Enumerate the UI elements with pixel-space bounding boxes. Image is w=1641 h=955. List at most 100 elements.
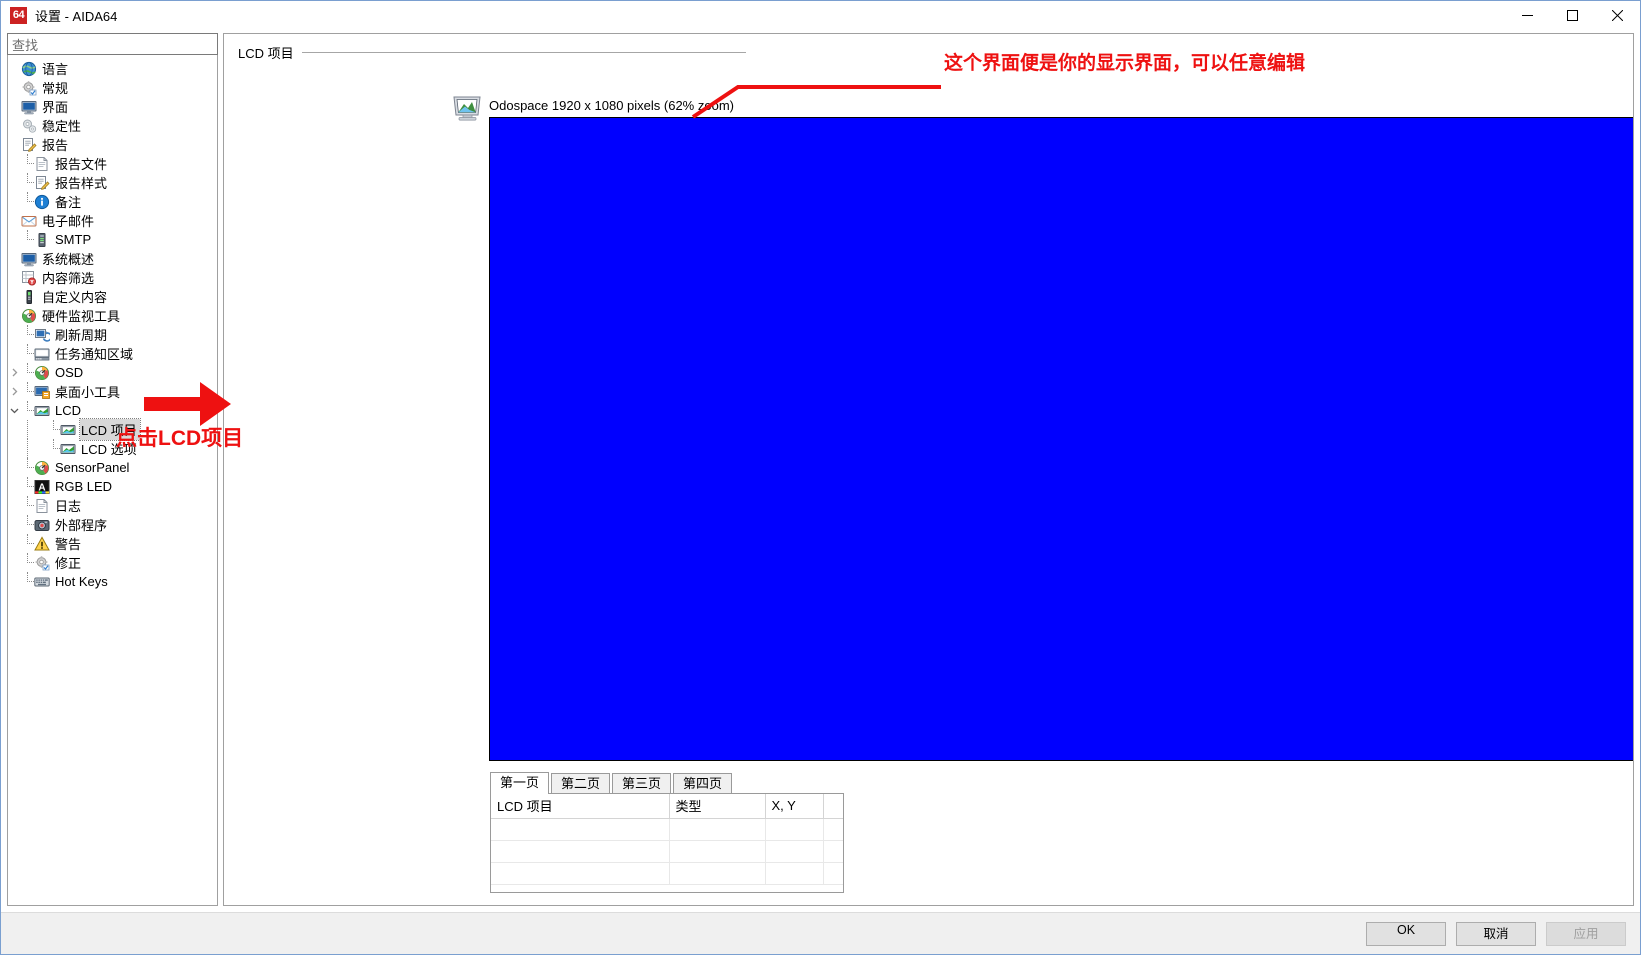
close-icon[interactable] (1595, 1, 1640, 31)
chevron-down-icon[interactable] (8, 401, 21, 420)
tree-guide (21, 382, 34, 401)
chevron-right-icon[interactable] (8, 363, 21, 382)
tab-page-4[interactable]: 第四页 (673, 773, 733, 794)
tree-guide (21, 154, 34, 173)
tree-item-14[interactable]: 刷新周期 (8, 325, 217, 344)
tree-item-13[interactable]: 硬件监视工具 (8, 306, 217, 325)
tree-item-16[interactable]: OSD (8, 363, 217, 382)
tree-item-15[interactable]: 任务通知区域 (8, 344, 217, 363)
tree-guide (21, 325, 34, 344)
tab-page-3[interactable]: 第三页 (612, 773, 672, 794)
document-icon (34, 498, 50, 514)
tree-item-19[interactable]: LCD 项目 (8, 418, 217, 441)
tree-item-4[interactable]: 报告 (8, 135, 217, 154)
table-column-header[interactable]: 类型 (669, 794, 766, 819)
tree-item-10[interactable]: 系统概述 (8, 249, 217, 268)
camera-icon (34, 517, 50, 533)
tree-item-25[interactable]: 警告 (8, 534, 217, 553)
tree-guide (21, 572, 34, 591)
tree-item-26[interactable]: 修正 (8, 553, 217, 572)
tab-page-2[interactable]: 第二页 (551, 773, 611, 794)
report-icon (21, 137, 37, 153)
table-column-header[interactable]: LCD 项目 (491, 794, 670, 819)
refresh-icon (34, 327, 50, 343)
tree-item-label: OSD (55, 365, 84, 380)
tree-item-20[interactable]: LCD 选项 (8, 439, 217, 458)
page-tabs[interactable]: 第一页 第二页 第三页 第四页 (490, 772, 734, 794)
tree-item-22[interactable]: A RGB LED (8, 477, 217, 496)
document-icon (34, 156, 50, 172)
lcd-items-panel: LCD 项目 Odospace 1920 x 1080 pixels (62% … (223, 33, 1634, 906)
tree-item-label: 语言 (42, 62, 69, 77)
gauge-icon (34, 460, 50, 476)
tree-item-23[interactable]: 日志 (8, 496, 217, 515)
table-row[interactable] (491, 862, 843, 885)
tree-item-7[interactable]: 备注 (8, 192, 217, 211)
tree-item-24[interactable]: 外部程序 (8, 515, 217, 534)
table-row[interactable] (491, 840, 843, 863)
table-column-header[interactable] (823, 794, 843, 819)
tree-item-18[interactable]: LCD (8, 401, 217, 420)
tree-item-11[interactable]: 内容筛选 (8, 268, 217, 287)
tree-guide (21, 230, 34, 249)
tree-guide (21, 496, 34, 515)
tree-item-27[interactable]: Hot Keys (8, 572, 217, 591)
tree-guide (21, 192, 34, 211)
tree-item-5[interactable]: 报告文件 (8, 154, 217, 173)
tree-guide (21, 344, 34, 363)
lcd-icon (60, 422, 76, 438)
lcd-icon (34, 403, 50, 419)
table-column-header[interactable]: X, Y (765, 794, 824, 819)
tree-item-3[interactable]: 稳定性 (8, 116, 217, 135)
tree-item-label: 内容筛选 (42, 271, 95, 286)
tree-item-1[interactable]: 常规 (8, 78, 217, 97)
tab-page-1[interactable]: 第一页 (490, 772, 550, 794)
table-header-row: LCD 项目 类型 X, Y (491, 794, 843, 819)
dialog-footer: OK 取消 应用 (1, 912, 1640, 954)
ok-button[interactable]: OK (1366, 921, 1446, 946)
module-icon (21, 289, 37, 305)
search-input[interactable]: 查找 (7, 33, 218, 55)
table-row[interactable] (491, 818, 843, 841)
tree-item-0[interactable]: 语言 (8, 59, 217, 78)
tree-item-21[interactable]: SensorPanel (8, 458, 217, 477)
monitor-icon (21, 251, 37, 267)
tree-item-9[interactable]: SMTP (8, 230, 217, 249)
title-bar: 64 设置 - AIDA64 (1, 1, 1640, 31)
lcd-preview-canvas[interactable] (489, 117, 1633, 761)
tree-item-label: 电子邮件 (42, 214, 95, 229)
tree-guide (21, 401, 34, 420)
tree-item-label: 硬件监视工具 (42, 309, 121, 324)
settings-tree[interactable]: 语言 常规 界面 稳定性 报告 报告文件报告样式 备注电子邮件 SMTP 系统概述内容筛选 自定义… (7, 55, 218, 906)
left-panel: 查找 语言 常规 界面 稳定性 报告 报告文件报告样式 备注电子邮件 SMTP 系统概述内容筛选… (7, 33, 218, 906)
chevron-right-icon[interactable] (8, 382, 21, 401)
keyboard-icon (34, 574, 50, 590)
tree-guide (21, 553, 34, 572)
tree-item-12[interactable]: 自定义内容 (8, 287, 217, 306)
tree-item-2[interactable]: 界面 (8, 97, 217, 116)
cancel-button[interactable]: 取消 (1456, 921, 1536, 946)
apply-button[interactable]: 应用 (1546, 921, 1626, 946)
tree-item-6[interactable]: 报告样式 (8, 173, 217, 192)
minimize-icon[interactable] (1505, 1, 1550, 31)
maximize-icon[interactable] (1550, 1, 1595, 31)
tree-item-17[interactable]: 桌面小工具 (8, 382, 217, 401)
group-divider (301, 52, 746, 53)
tree-item-label: 报告样式 (55, 176, 108, 191)
tree-guide (21, 515, 34, 534)
tree-item-8[interactable]: 电子邮件 (8, 211, 217, 230)
warning-icon (34, 535, 50, 552)
lcd-items-table[interactable]: LCD 项目 类型 X, Y (490, 793, 844, 893)
tree-item-label: 修正 (55, 556, 82, 571)
